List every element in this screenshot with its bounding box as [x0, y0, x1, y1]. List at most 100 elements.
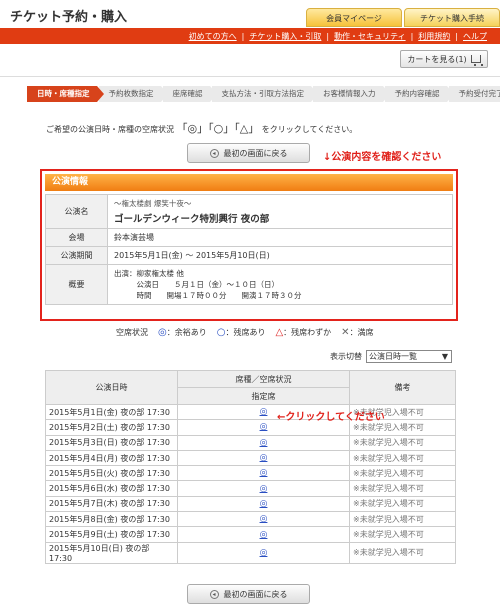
nav-link-beginners[interactable]: 初めての方へ	[184, 31, 242, 42]
row-datetime: 2015年5月5日(火) 夜の部 17:30	[45, 465, 178, 482]
row-datetime: 2015年5月10日(日) 夜の部 17:30	[45, 541, 178, 564]
nav-link-terms[interactable]: 利用規約	[413, 31, 455, 42]
availability-double-circle-icon[interactable]: ◎	[260, 453, 268, 463]
performance-name: ゴールデンウィーク特別興行 夜の部	[114, 214, 270, 225]
tab-member-mypage[interactable]: 会員マイページ	[306, 8, 402, 27]
step-complete: 予約受付完了	[448, 86, 500, 102]
availability-double-circle-icon[interactable]: ◎	[260, 422, 268, 432]
availability-double-circle-icon[interactable]: ◎	[260, 514, 268, 524]
row-datetime: 2015年5月9日(土) 夜の部 17:30	[45, 526, 178, 543]
row-note: ※未就学児入場不可	[349, 449, 456, 467]
table-row: 2015年5月1日(金) 夜の部 17:30 ◎ ※未就学児入場不可	[45, 403, 456, 421]
step-datetime-seat: 日時・席種指定	[27, 86, 103, 102]
step-customer-info: お客様情報入力	[313, 86, 389, 102]
seat-availability-link[interactable]: ◎	[177, 526, 350, 543]
annotation-check-performance: ↓公演内容を確認ください	[323, 152, 442, 163]
top-tabs: 会員マイページ チケット購入手続	[304, 8, 500, 27]
back-button-label: 最初の画面に戻る	[223, 148, 288, 158]
overview-value: 出演：柳家権太楼 他 公演日 ５月１日（金）～１０日（日） 時間 開場１７時００…	[107, 264, 453, 305]
seat-availability-link[interactable]: ◎	[177, 541, 350, 564]
table-row: 2015年5月4日(月) 夜の部 17:30 ◎ ※未就学児入場不可	[45, 449, 456, 467]
step-seat-confirm: 座席確認	[162, 86, 217, 102]
annotation-click-here: ←クリックしてください	[277, 412, 385, 423]
seat-availability-link[interactable]: ◎	[177, 434, 350, 451]
step-ticket-count: 予約枚数指定	[98, 86, 168, 102]
table-row: 2015年5月8日(金) 夜の部 17:30 ◎ ※未就学児入場不可	[45, 511, 456, 528]
view-cart-button[interactable]: カートを見る(1)	[400, 50, 488, 68]
availability-double-circle-icon[interactable]: ◎	[260, 548, 268, 558]
back-arrow-icon: ◂	[209, 589, 219, 599]
row-note: ※未就学児入場不可	[349, 511, 456, 528]
availability-double-circle-icon[interactable]: ◎	[260, 484, 268, 494]
seat-availability-link[interactable]: ◎	[177, 465, 350, 482]
nav-bar: 初めての方へ | チケット購入・引取 | 動作・セキュリティ | 利用規約 | …	[0, 28, 500, 44]
col-header-status: 席種／空席状況	[177, 370, 350, 388]
table-row: 2015年5月2日(土) 夜の部 17:30 ◎ ※未就学児入場不可	[45, 419, 456, 436]
table-row: 2015年5月10日(日) 夜の部 17:30 ◎ ※未就学児入場不可	[45, 541, 456, 564]
table-row: 2015年5月7日(木) 夜の部 17:30 ◎ ※未就学児入場不可	[45, 495, 456, 513]
table-row: 2015年5月6日(水) 夜の部 17:30 ◎ ※未就学児入場不可	[45, 480, 456, 497]
back-arrow-icon: ◂	[209, 148, 219, 158]
period-value: 2015年5月1日(金) ～ 2015年5月10日(日)	[107, 246, 453, 265]
performance-info-box: 公演情報 公演名 ～権太楼劇 爆笑十夜～ ゴールデンウィーク特別興行 夜の部 会…	[40, 169, 458, 321]
availability-double-circle-icon[interactable]: ◎	[260, 438, 268, 448]
tab-ticket-purchase[interactable]: チケット購入手続	[404, 8, 500, 27]
table-row: 2015年5月3日(日) 夜の部 17:30 ◎ ※未就学児入場不可	[45, 434, 456, 451]
row-note: ※未就学児入場不可	[349, 526, 456, 543]
row-note: ※未就学児入場不可	[349, 495, 456, 513]
back-to-start-button[interactable]: ◂ 最初の画面に戻る	[187, 143, 310, 163]
cart-icon	[470, 55, 483, 66]
seat-availability-link[interactable]: ◎	[177, 449, 350, 467]
col-header-datetime: 公演日時	[45, 370, 178, 405]
row-datetime: 2015年5月1日(金) 夜の部 17:30	[45, 403, 178, 421]
label-performance-name: 公演名	[45, 194, 108, 229]
label-venue: 会場	[45, 228, 108, 247]
row-datetime: 2015年5月4日(月) 夜の部 17:30	[45, 449, 178, 467]
chevron-down-icon: ▼	[441, 352, 448, 361]
availability-double-circle-icon[interactable]: ◎	[260, 499, 268, 509]
label-overview: 概要	[45, 264, 108, 305]
performance-name-cell: ～権太楼劇 爆笑十夜～ ゴールデンウィーク特別興行 夜の部	[107, 194, 453, 229]
seat-availability-link[interactable]: ◎	[177, 495, 350, 513]
schedule-table: 公演日時 席種／空席状況 備考 指定席 2015年5月1日(金) 夜の部 17:…	[45, 370, 456, 564]
row-datetime: 2015年5月6日(水) 夜の部 17:30	[45, 480, 178, 497]
seat-availability-link[interactable]: ◎	[177, 511, 350, 528]
availability-double-circle-icon[interactable]: ◎	[260, 407, 268, 417]
display-switch: 表示切替 公演日時一覧 ▼	[330, 350, 452, 363]
step-confirm: 予約内容確認	[384, 86, 454, 102]
nav-link-security[interactable]: 動作・セキュリティ	[329, 31, 411, 42]
seat-availability-link[interactable]: ◎	[177, 480, 350, 497]
performance-info-table: 公演名 ～権太楼劇 爆笑十夜～ ゴールデンウィーク特別興行 夜の部 会場 鈴本演…	[45, 194, 453, 305]
instruction-text: ご希望の公演日時・席種の空席状況 「◎」「○」「△」 をクリックしてください。	[46, 122, 358, 135]
display-switch-label: 表示切替	[330, 352, 362, 361]
back-button-label: 最初の画面に戻る	[223, 589, 288, 599]
row-datetime: 2015年5月8日(金) 夜の部 17:30	[45, 511, 178, 528]
availability-double-circle-icon[interactable]: ◎	[260, 468, 268, 478]
divider	[0, 76, 500, 77]
table-row: 2015年5月5日(火) 夜の部 17:30 ◎ ※未就学児入場不可	[45, 465, 456, 482]
availability-double-circle-icon[interactable]: ◎	[260, 530, 268, 540]
availability-legend: 空席状況 ◎：余裕あり ○：残席あり △：残席わずか ✕：満席	[116, 327, 374, 338]
label-period: 公演期間	[45, 246, 108, 265]
row-note: ※未就学児入場不可	[349, 434, 456, 451]
display-mode-select[interactable]: 公演日時一覧 ▼	[366, 350, 452, 363]
table-row: 2015年5月9日(土) 夜の部 17:30 ◎ ※未就学児入場不可	[45, 526, 456, 543]
legend-cross-icon: ✕	[341, 327, 350, 338]
nav-link-help[interactable]: ヘルプ	[458, 31, 492, 42]
progress-steps: 日時・席種指定 予約枚数指定 座席確認 支払方法・引取方法指定 お客様情報入力 …	[27, 86, 500, 102]
col-header-seat-type: 指定席	[177, 387, 350, 405]
cart-label: カートを見る(1)	[407, 54, 467, 64]
row-datetime: 2015年5月3日(日) 夜の部 17:30	[45, 434, 178, 451]
step-payment-pickup: 支払方法・引取方法指定	[211, 86, 318, 102]
row-note: ※未就学児入場不可	[349, 541, 456, 564]
row-note: ※未就学児入場不可	[349, 465, 456, 482]
row-datetime: 2015年5月2日(土) 夜の部 17:30	[45, 419, 178, 436]
row-note: ※未就学児入場不可	[349, 480, 456, 497]
venue-value: 鈴本演芸場	[107, 228, 453, 247]
site-title: チケット予約・購入	[10, 10, 128, 25]
row-datetime: 2015年5月7日(木) 夜の部 17:30	[45, 495, 178, 513]
legend-double-circle-icon: ◎	[158, 327, 167, 338]
back-to-start-button-bottom[interactable]: ◂ 最初の画面に戻る	[187, 584, 310, 604]
col-header-note: 備考	[349, 370, 456, 405]
nav-link-purchase-pickup[interactable]: チケット購入・引取	[244, 31, 326, 42]
